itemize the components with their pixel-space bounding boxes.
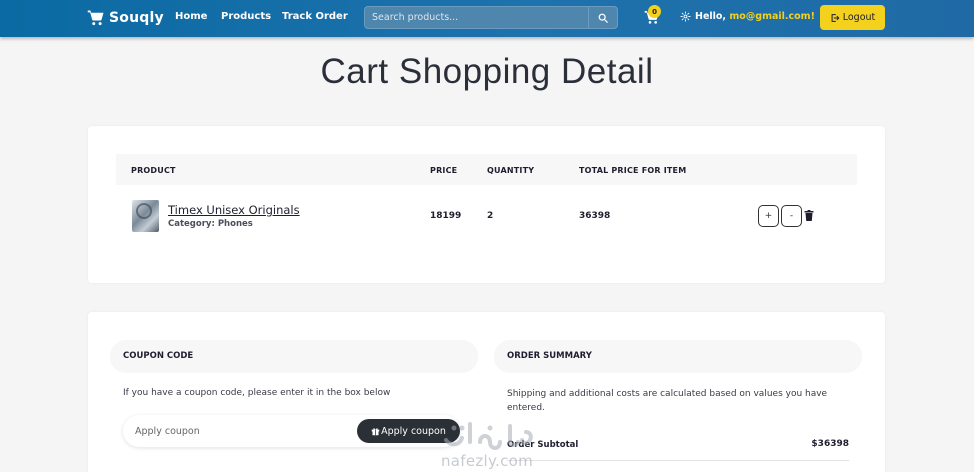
apply-coupon-label: Apply coupon (381, 425, 446, 437)
product-quantity: 2 (487, 211, 494, 221)
search-button[interactable] (588, 7, 617, 28)
user-email: mo@gmail.com! (729, 11, 815, 22)
product-category: Category: Phones (168, 219, 253, 229)
coupon-title: COUPON CODE (123, 351, 194, 361)
nav-link-track-order[interactable]: Track Order (282, 11, 348, 22)
logout-button[interactable]: Logout (820, 5, 885, 30)
order-summary-description: Shipping and additional costs are calcul… (507, 389, 828, 413)
user-greeting[interactable]: Hello, mo@gmail.com! (680, 11, 815, 22)
greeting-text: Hello, (695, 11, 727, 22)
product-total: 36398 (579, 211, 611, 221)
brand-logo[interactable]: Souqly (87, 7, 164, 29)
coupon-input[interactable] (135, 421, 335, 441)
search-box (364, 6, 618, 29)
logout-icon (831, 13, 839, 22)
cart-icon (87, 10, 104, 26)
order-subtotal-value: $36398 (811, 439, 849, 449)
search-icon (598, 13, 608, 23)
column-header-total: TOTAL PRICE FOR ITEM (579, 166, 687, 175)
cart-count-badge: 0 (648, 5, 661, 18)
search-input[interactable] (365, 7, 589, 28)
column-header-product: PRODUCT (131, 166, 176, 175)
brand-name: Souqly (109, 10, 164, 26)
column-header-price: PRICE (430, 166, 458, 175)
coupon-description: If you have a coupon code, please enter … (123, 388, 391, 398)
nav-link-products[interactable]: Products (221, 11, 271, 22)
order-subtotal-label: Order Subtotal (507, 440, 579, 450)
order-summary-title: ORDER SUMMARY (507, 351, 592, 361)
column-header-quantity: QUANTITY (487, 166, 535, 175)
nav-link-home[interactable]: Home (175, 11, 207, 22)
product-thumbnail[interactable] (132, 200, 159, 232)
navbar: Souqly Home Products Track Order 0 Hello… (0, 0, 974, 37)
product-price: 18199 (430, 211, 462, 221)
apply-coupon-button[interactable]: Apply coupon (357, 419, 460, 443)
trash-icon[interactable] (804, 210, 814, 221)
gift-icon (371, 427, 380, 435)
logout-label: Logout (842, 12, 876, 23)
decrease-quantity-button[interactable]: - (781, 205, 802, 227)
product-name-link[interactable]: Timex Unisex Originals (168, 203, 300, 217)
increase-quantity-button[interactable]: + (758, 205, 779, 227)
page-title: Cart Shopping Detail (320, 52, 654, 91)
gear-icon (680, 11, 691, 22)
summary-divider (507, 460, 849, 461)
